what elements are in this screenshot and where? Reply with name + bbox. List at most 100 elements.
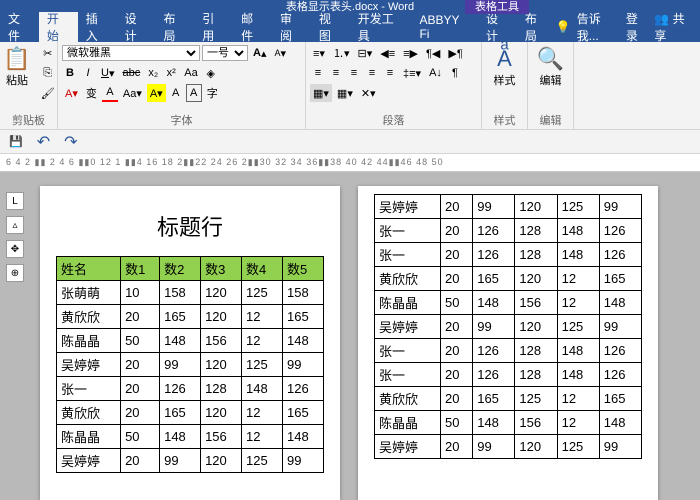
data-table-left[interactable]: 姓名数1数2数3数4数5 张萌萌10158120125158黄欣欣2016512… [56,256,324,473]
align-right-button[interactable]: ≡ [346,64,362,82]
table-row[interactable]: 张萌萌10158120125158 [57,281,324,305]
table-cell[interactable]: 128 [515,363,557,387]
tab-table-design[interactable]: 设计 [478,12,517,42]
table-cell[interactable]: 黄欣欣 [375,267,441,291]
table-row[interactable]: 张一20126128148126 [57,377,324,401]
bullets-button[interactable]: ≡▾ [310,44,328,62]
table-cell[interactable]: 148 [599,411,641,435]
copy-button[interactable]: ⎘ [38,64,58,82]
table-cell[interactable]: 10 [121,281,160,305]
table-cell[interactable]: 吴婷婷 [375,435,441,459]
table-row[interactable]: 张一20126128148126 [375,219,642,243]
font-color-button[interactable]: A [102,84,118,102]
table-cell[interactable]: 99 [283,353,324,377]
table-cell[interactable]: 125 [557,435,599,459]
table-cell[interactable]: 126 [599,339,641,363]
table-cell[interactable]: 126 [160,377,201,401]
editing-button[interactable]: 🔍 编辑 [533,44,568,90]
table-row[interactable]: 陈晶晶5014815612148 [375,411,642,435]
table-cell[interactable]: 125 [557,195,599,219]
table-cell[interactable]: 12 [557,291,599,315]
table-cell[interactable]: 148 [557,219,599,243]
table-row[interactable]: 陈晶晶5014815612148 [375,291,642,315]
table-cell[interactable]: 99 [599,315,641,339]
table-cell[interactable]: 20 [440,363,472,387]
table-cell[interactable]: 黄欣欣 [57,401,121,425]
table-cell[interactable]: 165 [473,267,515,291]
table-cell[interactable]: 148 [557,243,599,267]
table-cell[interactable]: 吴婷婷 [375,315,441,339]
table-cell[interactable]: 50 [121,425,160,449]
table-cell[interactable]: 126 [473,243,515,267]
cut-button[interactable]: ✂ [38,44,58,62]
table-cell[interactable]: 12 [557,387,599,411]
table-cell[interactable]: 165 [473,387,515,411]
table-cell[interactable]: 156 [201,425,242,449]
table-row[interactable]: 张一20126128148126 [375,363,642,387]
table-row[interactable]: 黄欣欣2016512012165 [57,401,324,425]
table-cell[interactable]: 126 [599,243,641,267]
table-row[interactable]: 黄欣欣2016512012165 [375,267,642,291]
table-cell[interactable]: 158 [283,281,324,305]
table-header[interactable]: 数2 [160,257,201,281]
table-row[interactable]: 吴婷婷209912012599 [375,315,642,339]
distribute-button[interactable]: ≡ [382,64,398,82]
table-cell[interactable]: 165 [599,267,641,291]
table-cell[interactable]: 126 [473,363,515,387]
redo-button[interactable]: ↷ [61,133,80,151]
table-cell[interactable]: 125 [242,281,283,305]
increase-indent-button[interactable]: ≡▶ [400,44,421,62]
table-header[interactable]: 数1 [121,257,160,281]
table-cell[interactable]: 20 [440,195,472,219]
table-cell[interactable]: 148 [242,377,283,401]
sort-button[interactable]: A↓ [426,64,445,82]
table-cell[interactable]: 148 [599,291,641,315]
table-cell[interactable]: 12 [242,329,283,353]
table-cell[interactable]: 165 [160,305,201,329]
strikethrough-button[interactable]: abc [119,64,143,82]
table-cell[interactable]: 吴婷婷 [57,449,121,473]
table-row[interactable]: 陈晶晶5014815612148 [57,329,324,353]
context-tab-table-tools[interactable]: 表格工具 [465,0,529,14]
table-cell[interactable]: 125 [242,449,283,473]
table-cell[interactable]: 张一 [375,219,441,243]
font-family-select[interactable]: 微软雅黑 [62,45,200,61]
tab-abbyy[interactable]: ABBYY Fi [411,12,478,42]
table-cell[interactable]: 99 [599,195,641,219]
table-cell[interactable]: 126 [283,377,324,401]
tab-table-layout[interactable]: 布局 [517,12,556,42]
tab-home[interactable]: 开始 [39,12,78,42]
table-cell[interactable]: 120 [515,315,557,339]
tab-file[interactable]: 文件 [0,12,39,42]
share-button[interactable]: 👥 共享 [654,10,694,44]
table-cell[interactable]: 148 [557,363,599,387]
table-row[interactable]: 张一20126128148126 [375,339,642,363]
table-cell[interactable]: 156 [515,291,557,315]
numbering-button[interactable]: ⒈▾ [330,44,353,62]
styles-button[interactable]: Aͣ 样式 [490,44,520,90]
table-cell[interactable]: 120 [201,281,242,305]
multilevel-button[interactable]: ⊟▾ [354,44,375,62]
table-cell[interactable]: 148 [283,425,324,449]
table-cell[interactable]: 120 [201,305,242,329]
table-header[interactable]: 数5 [283,257,324,281]
font-size-select[interactable]: 一号 [202,45,248,61]
asian-layout-button[interactable]: ✕▾ [358,84,379,102]
table-cell[interactable]: 126 [473,219,515,243]
borders-button[interactable]: ▦▾ [334,84,356,102]
table-row[interactable]: 陈晶晶5014815612148 [57,425,324,449]
table-cell[interactable]: 126 [473,339,515,363]
enclose-char-button[interactable]: 字 [204,84,221,102]
table-cell[interactable]: 20 [440,315,472,339]
table-cell[interactable]: 165 [283,401,324,425]
table-cell[interactable]: 20 [121,353,160,377]
table-cell[interactable]: 148 [473,411,515,435]
table-cell[interactable]: 120 [515,195,557,219]
table-cell[interactable]: 128 [515,243,557,267]
align-left-button[interactable]: ≡ [310,64,326,82]
decrease-indent-button[interactable]: ◀≡ [377,44,398,62]
table-cell[interactable]: 128 [201,377,242,401]
highlight-button[interactable]: A▾ [147,84,166,102]
table-cell[interactable]: 张萌萌 [57,281,121,305]
rtl-button[interactable]: ▶¶ [445,44,465,62]
